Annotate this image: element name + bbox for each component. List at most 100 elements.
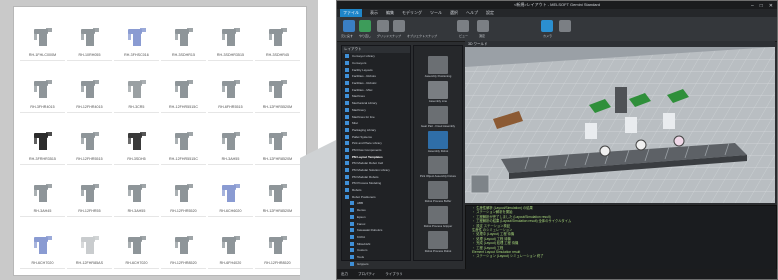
view-cube[interactable] xyxy=(470,174,490,194)
menu-item[interactable]: 編集 xyxy=(386,9,394,17)
tree-item[interactable]: Kawasaki Robotics xyxy=(342,227,410,234)
undo-icon[interactable] xyxy=(343,20,355,32)
scara-robot-icon xyxy=(77,127,103,153)
palette-item[interactable]: Robot Process Robot xyxy=(418,231,458,254)
tree-item[interactable]: PM Modular Robots xyxy=(342,173,410,180)
tree-item[interactable]: Fanuc xyxy=(342,220,410,227)
catalog-item[interactable]: RH-3SDHR15 xyxy=(161,13,206,61)
tree-item[interactable]: PM Modular Solution Library xyxy=(342,167,410,174)
status-tab[interactable]: ライブラリ xyxy=(385,269,403,279)
catalog-item[interactable]: RH-3SDH5 xyxy=(114,117,159,165)
catalog-item[interactable]: RH-3CR5 xyxy=(114,65,159,113)
menu-item[interactable]: ツール xyxy=(430,9,442,17)
status-tab[interactable]: 出力 xyxy=(341,269,348,279)
catalog-item[interactable]: RH-6FH4020 xyxy=(208,221,253,269)
status-tab[interactable]: プロパティ xyxy=(358,269,375,279)
catalog-item[interactable]: RH-6CH6020 xyxy=(208,169,253,217)
catalog-item[interactable]: RH-12FHR4015 xyxy=(67,65,112,113)
catalog-item[interactable]: RH-12FHR5515 xyxy=(67,117,112,165)
tree-item[interactable]: Facilities - Robots xyxy=(342,73,410,80)
palette-item[interactable]: Robot Process Gripper xyxy=(418,206,458,229)
tree-item[interactable]: Facility Layouts xyxy=(342,66,410,73)
tree-item[interactable]: Mitsubishi xyxy=(342,240,410,247)
palette-item[interactable]: Gear Part - Fixed Assembly xyxy=(418,106,458,129)
tree-item[interactable]: Mechanical Library xyxy=(342,100,410,107)
tree-item[interactable]: Denso xyxy=(342,207,410,214)
catalog-item[interactable]: RH-12FHR8520 xyxy=(255,221,300,269)
palette-item[interactable]: Assembly Robot xyxy=(418,131,458,154)
catalog-item[interactable]: RH-3FRHR3515 xyxy=(20,117,65,165)
catalog-item[interactable]: RH-3AH45 xyxy=(20,169,65,217)
tree-item[interactable]: PM Flow Components xyxy=(342,147,410,154)
catalog-item[interactable]: RH-3SDHR45 xyxy=(255,13,300,61)
3d-viewport[interactable]: 3D ワールド xyxy=(465,41,775,203)
camera-icon[interactable] xyxy=(541,20,553,32)
tree-item-label: Conveyors xyxy=(352,61,367,66)
palette-item[interactable]: Assembly Line xyxy=(418,81,458,104)
catalog-item-label: RH-3SDHR3515 xyxy=(216,53,245,57)
catalog-item[interactable]: RH-3AH55 xyxy=(208,117,253,165)
tree-item[interactable]: Custom xyxy=(342,247,410,254)
tree-item[interactable]: Tools xyxy=(342,254,410,261)
tree-item[interactable]: Grippers xyxy=(342,260,410,267)
catalog-item[interactable]: RH-10RH055 xyxy=(67,13,112,61)
tree-item[interactable]: Pick and Place Library xyxy=(342,140,410,147)
catalog-item[interactable]: RH-3SDHR3515 xyxy=(208,13,253,61)
catalog-item[interactable]: RH-3AH55 xyxy=(114,169,159,217)
catalog-item[interactable]: RH-12FHR55 xyxy=(67,169,112,217)
tree-item[interactable]: Machines for line xyxy=(342,113,410,120)
tree-item[interactable]: Epson xyxy=(342,214,410,221)
catalog-item[interactable]: RH-6CH7020 xyxy=(20,221,65,269)
catalog-item[interactable]: RH-6CH7020 xyxy=(114,221,159,269)
tree-item[interactable]: Robot Positioners xyxy=(342,193,410,200)
catalog-item[interactable]: RH-3FHSC016 xyxy=(114,13,159,61)
menu-item[interactable]: モデリング xyxy=(402,9,422,17)
catalog-item[interactable]: RH-12FHR5520 xyxy=(161,169,206,217)
tree-item[interactable]: PM Modular Robot Cell xyxy=(342,160,410,167)
tree-item[interactable]: Pallet Systems xyxy=(342,133,410,140)
catalog-item[interactable]: RH-12FHR85AS xyxy=(67,221,112,269)
catalog-item[interactable]: RH-12FHR5515C xyxy=(161,117,206,165)
menu-item[interactable]: ヘルプ xyxy=(466,9,478,17)
palette-item[interactable]: Robot Process Buffer xyxy=(418,181,458,204)
tree-item[interactable]: Machines xyxy=(342,93,410,100)
tree-item-label: Denso xyxy=(357,208,366,213)
catalog-item[interactable]: RH-1FHLC000M xyxy=(20,13,65,61)
catalog-item[interactable]: RH-12FHR5520M xyxy=(255,65,300,113)
view-icon[interactable] xyxy=(457,20,469,32)
redo-icon[interactable] xyxy=(359,20,371,32)
catalog-item[interactable]: RH-12FHR5515C xyxy=(161,65,206,113)
tree-item[interactable]: Machinery xyxy=(342,107,410,114)
tree-item[interactable]: Conveyor Library xyxy=(342,53,410,60)
menu-item[interactable]: 表示 xyxy=(370,9,378,17)
catalog-item[interactable]: RH-12FHR8520M xyxy=(255,169,300,217)
tree-item[interactable]: PM Layout Templates xyxy=(342,153,410,160)
tree-item[interactable]: Facilities - Misc xyxy=(342,86,410,93)
catalog-item[interactable]: RH-3FHR4015 xyxy=(20,65,65,113)
tree-item[interactable]: Robots xyxy=(342,187,410,194)
tree-item[interactable]: ABB xyxy=(342,200,410,207)
menu-item[interactable]: ファイル xyxy=(340,9,362,17)
tree-item[interactable]: Conveyors xyxy=(342,60,410,67)
measure-icon[interactable] xyxy=(477,20,489,32)
machine-model[interactable] xyxy=(615,87,627,113)
ribbon-label-redo: やり直し xyxy=(359,34,372,38)
catalog-item[interactable]: RH-12FHR8520M xyxy=(255,117,300,165)
palette-item[interactable]: Pick Object Assembly Fixture xyxy=(418,156,458,179)
object-snap-icon[interactable] xyxy=(393,20,405,32)
tree-item[interactable]: Misc xyxy=(342,120,410,127)
render-icon[interactable] xyxy=(559,20,571,32)
grid-snap-icon[interactable] xyxy=(377,20,389,32)
menu-item[interactable]: 設定 xyxy=(486,9,494,17)
tree-item[interactable]: PM Process Modeling xyxy=(342,180,410,187)
tree-item[interactable]: KUKA xyxy=(342,234,410,241)
tree-item-label: Robot Positioners xyxy=(352,194,376,199)
menu-item[interactable]: 選択 xyxy=(450,9,458,17)
catalog-item[interactable]: RH-12FHR8520 xyxy=(161,221,206,269)
palette-item[interactable]: Assembly Positioning xyxy=(418,56,458,79)
model-thumbnail-icon xyxy=(428,131,448,149)
catalog-item[interactable]: RH-6FHR5515 xyxy=(208,65,253,113)
tree-item[interactable]: Packaging Library xyxy=(342,127,410,134)
tree-item[interactable]: Facilities - Robotic xyxy=(342,80,410,87)
tree-item-label: Conveyor Library xyxy=(352,54,375,59)
